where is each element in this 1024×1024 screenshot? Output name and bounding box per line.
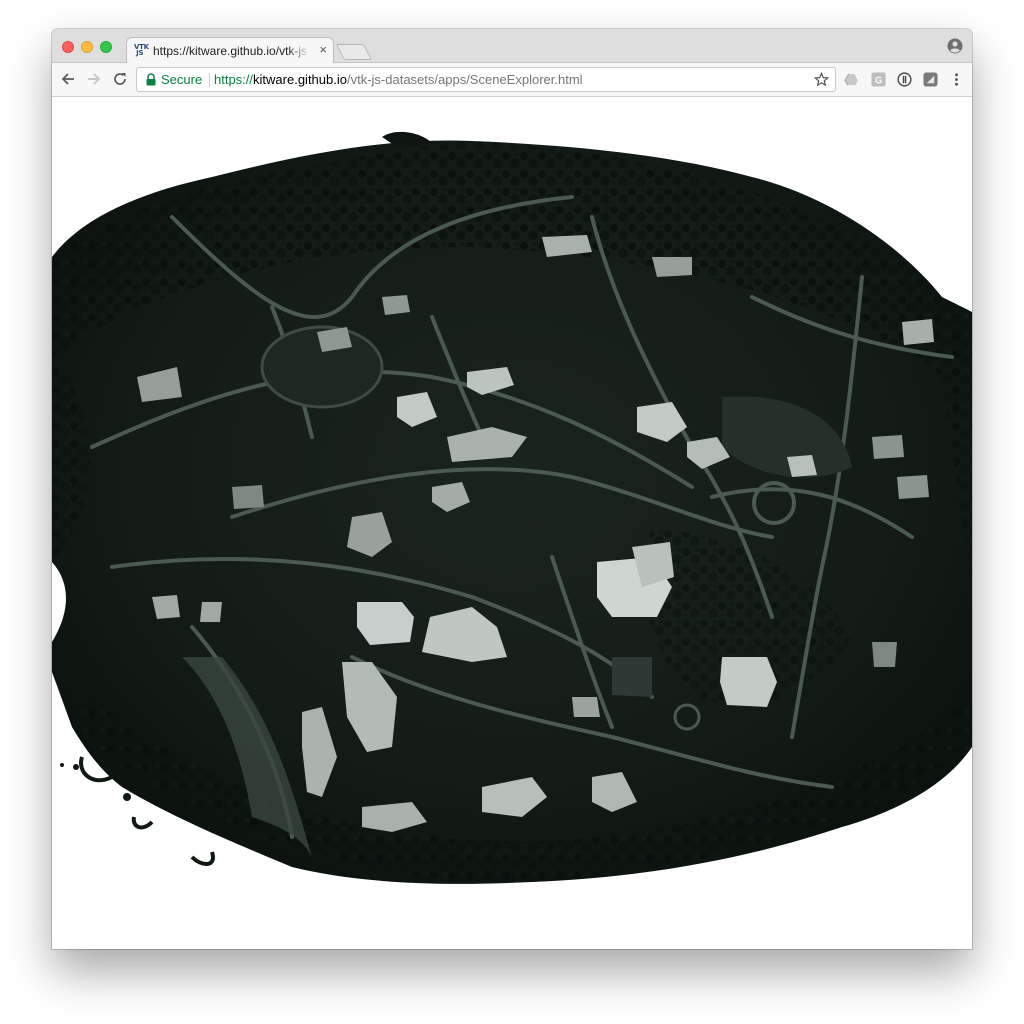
back-icon[interactable]	[60, 71, 76, 87]
vtk-render-canvas[interactable]	[52, 97, 972, 949]
svg-text:G: G	[875, 75, 883, 86]
security-label: Secure	[161, 72, 203, 87]
extension-g-icon[interactable]: G	[871, 72, 886, 87]
zoom-window-button[interactable]	[100, 41, 112, 53]
browser-toolbar: Secure https://kitware.github.io/vtk-js-…	[52, 63, 972, 97]
extension-square-icon[interactable]	[923, 72, 938, 87]
url-path: /vtk-js-datasets/apps/SceneExplorer.html	[346, 72, 583, 87]
menu-icon[interactable]	[949, 72, 964, 87]
forward-icon[interactable]	[86, 71, 102, 87]
new-tab-button[interactable]	[335, 44, 373, 60]
title-bar: VTK JS https://kitware.github.io/vtk-js …	[52, 29, 972, 64]
tab-title: https://kitware.github.io/vtk-js	[153, 44, 308, 58]
lock-icon	[146, 73, 156, 86]
terrain-mesh	[52, 131, 972, 884]
url-scheme: https://	[214, 72, 254, 87]
minimize-window-button[interactable]	[81, 41, 93, 53]
address-bar[interactable]: Secure https://kitware.github.io/vtk-js-…	[136, 67, 836, 92]
profile-icon[interactable]	[947, 38, 963, 54]
close-window-button[interactable]	[62, 41, 74, 53]
vtk-favicon-icon: VTK JS	[134, 43, 149, 57]
terrain-scene[interactable]	[52, 97, 972, 949]
url-host: kitware.github.io	[253, 72, 347, 87]
omnibox-divider	[209, 73, 210, 87]
url-text[interactable]: https://kitware.github.io/vtk-js-dataset…	[214, 72, 583, 88]
bookmark-star-icon[interactable]	[814, 72, 829, 87]
extension-drive-icon[interactable]	[844, 72, 859, 87]
reload-icon[interactable]	[112, 71, 128, 87]
extension-info-icon[interactable]	[897, 72, 912, 87]
tab-close-icon[interactable]: ×	[319, 42, 327, 58]
browser-window: VTK JS https://kitware.github.io/vtk-js …	[52, 29, 972, 949]
browser-tab[interactable]: VTK JS https://kitware.github.io/vtk-js …	[126, 37, 334, 64]
